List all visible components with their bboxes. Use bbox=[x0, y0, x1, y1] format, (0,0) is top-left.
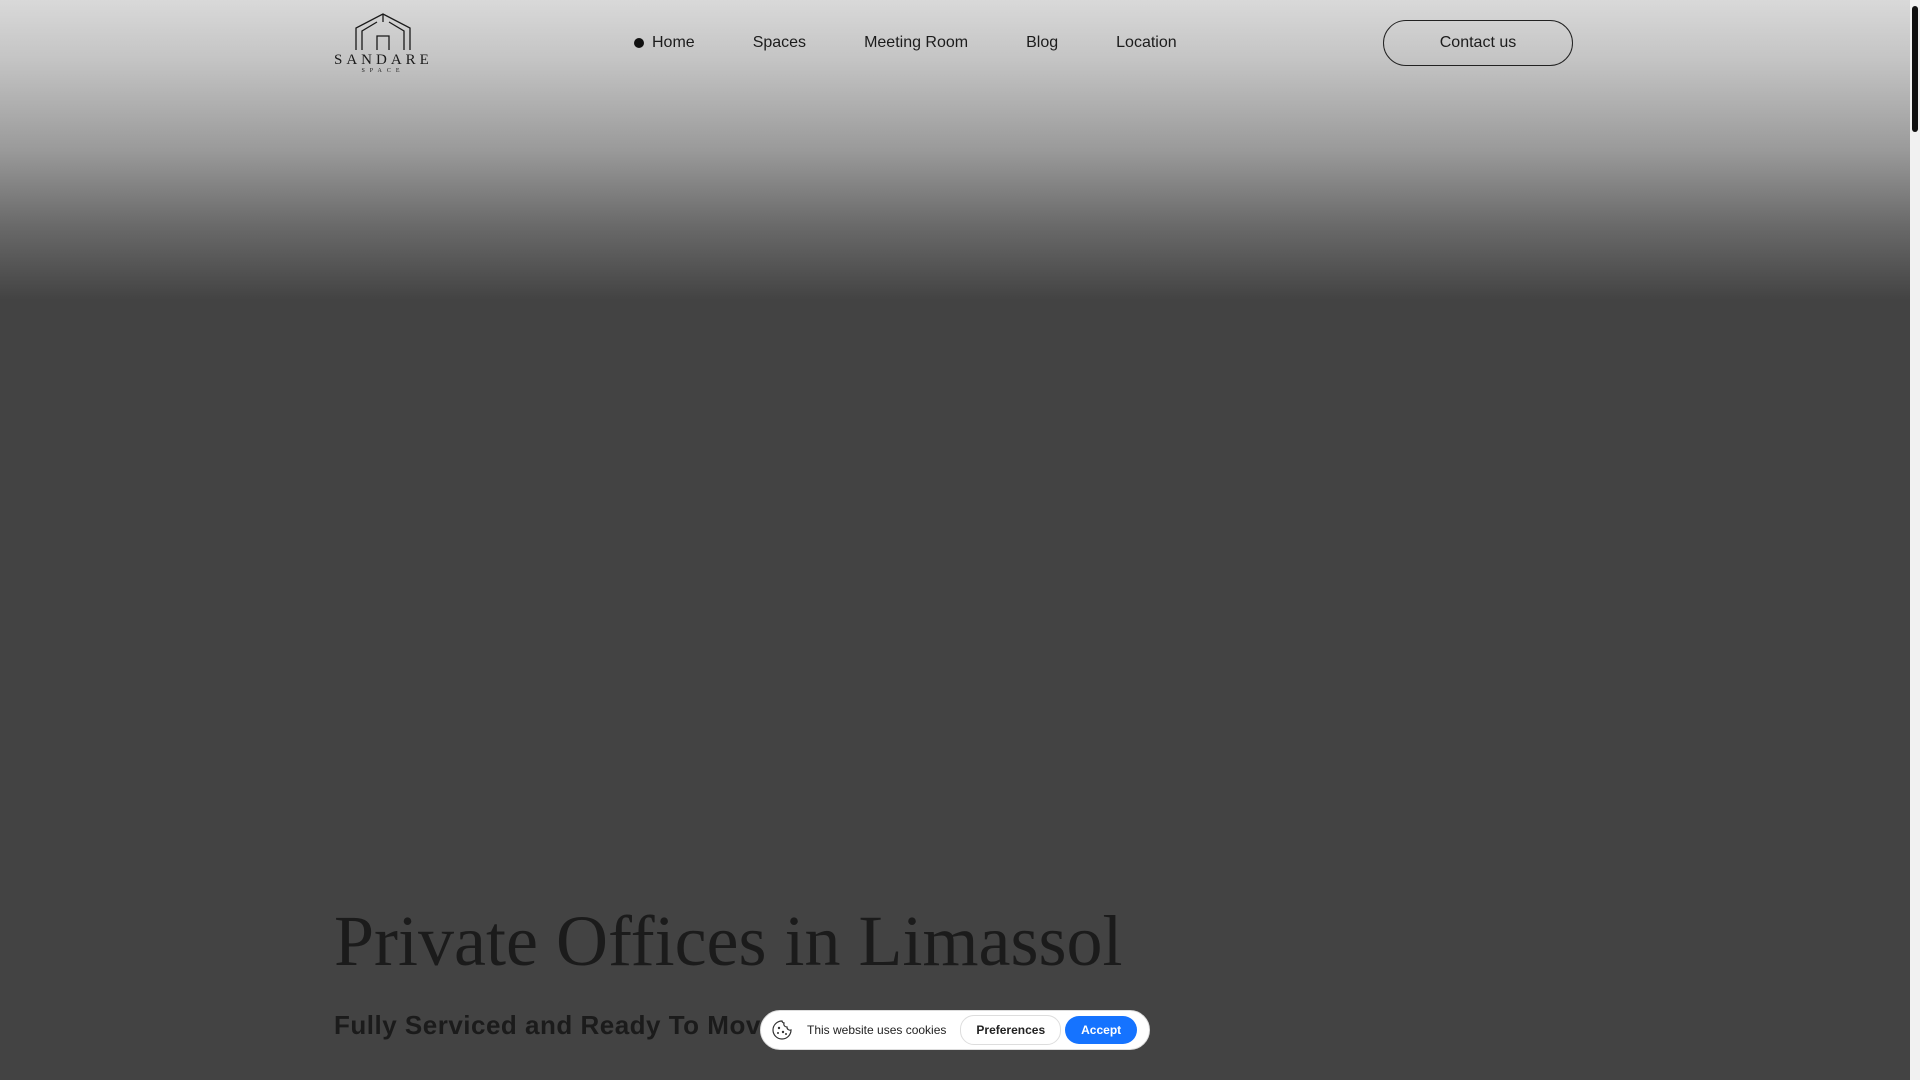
cookie-accept-button[interactable]: Accept bbox=[1065, 1016, 1138, 1044]
house-logo-icon bbox=[355, 13, 411, 50]
cookie-icon bbox=[771, 1019, 793, 1041]
hero-subtitle: Fully Serviced and Ready To Move bbox=[334, 1010, 776, 1040]
logo[interactable]: SANDARE SPACE bbox=[334, 12, 432, 76]
contact-us-button[interactable]: Contact us bbox=[1383, 20, 1573, 66]
cookie-preferences-button[interactable]: Preferences bbox=[960, 1015, 1062, 1045]
logo-subtext: SPACE bbox=[361, 68, 405, 74]
nav-item-label: Location bbox=[1116, 34, 1177, 51]
logo-wordmark: SANDARE bbox=[334, 52, 433, 68]
nav-item-home[interactable]: Home bbox=[634, 34, 695, 52]
nav-item-label: Blog bbox=[1026, 34, 1059, 51]
page: SANDARE SPACE Home Spaces Meeting Room B… bbox=[0, 0, 1920, 1080]
nav-item-label: Spaces bbox=[752, 34, 807, 51]
nav-item-blog[interactable]: Blog bbox=[1026, 34, 1058, 52]
nav-item-spaces[interactable]: Spaces bbox=[753, 34, 806, 52]
cookie-message: This website uses cookies bbox=[807, 1023, 947, 1037]
nav-item-label: Meeting Room bbox=[864, 34, 969, 51]
cookie-consent-bar: This website uses cookies Preferences Ac… bbox=[760, 1010, 1150, 1050]
scrollbar[interactable] bbox=[1910, 0, 1920, 1080]
nav-item-label: Home bbox=[652, 34, 695, 51]
nav-item-meeting-room[interactable]: Meeting Room bbox=[864, 34, 968, 52]
hero-title: Private Offices in Limassol bbox=[334, 901, 1123, 981]
main-nav: Home Spaces Meeting Room Blog Location bbox=[634, 30, 1235, 56]
nav-item-location[interactable]: Location bbox=[1116, 34, 1177, 52]
scrollbar-thumb[interactable] bbox=[1912, 6, 1918, 132]
active-indicator-dot bbox=[634, 38, 644, 48]
